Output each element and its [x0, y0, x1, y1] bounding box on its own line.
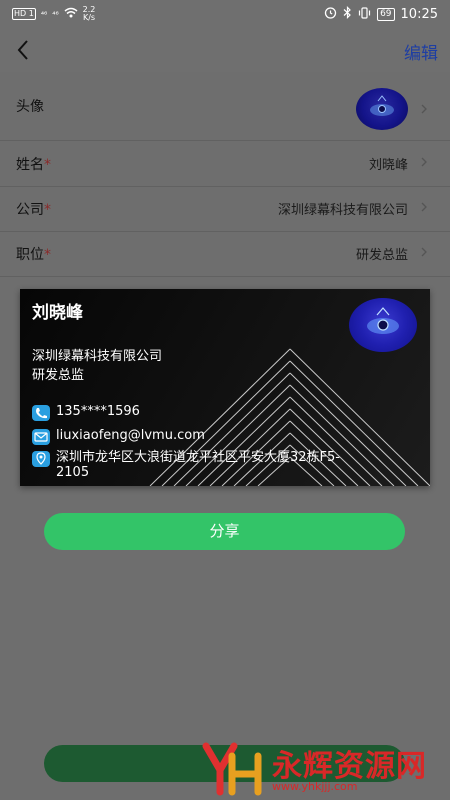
chevron-right-icon	[420, 101, 428, 117]
avatar-row[interactable]: 头像	[0, 78, 450, 140]
alarm-icon	[324, 6, 337, 22]
card-email-row: liuxiaofeng@lvmu.com	[32, 428, 205, 445]
watermark-text: 永辉资源网	[272, 749, 427, 784]
card-title: 研发总监	[32, 368, 85, 383]
clock: 10:25	[400, 6, 438, 22]
company-label-text: 公司	[16, 202, 44, 218]
section-divider	[0, 140, 450, 141]
card-phone: 135****1596	[56, 404, 140, 419]
card-logo	[349, 298, 417, 352]
watermark-url: www.yhkjjj.com	[272, 780, 358, 793]
status-right: 69 10:25	[324, 6, 438, 22]
net-speed-unit: K/s	[82, 13, 96, 22]
card-address-row: 深圳市龙华区大浪街道龙平社区平安大厦32栋F5-2105	[32, 450, 372, 480]
back-arrow-icon[interactable]	[12, 35, 36, 65]
net-speed: 2.2 K/s	[83, 6, 96, 22]
phone-icon	[32, 405, 50, 421]
bluetooth-icon	[343, 6, 352, 22]
card-phone-row: 135****1596	[32, 404, 140, 421]
vibrate-icon	[358, 6, 371, 22]
chevron-right-icon	[420, 244, 428, 260]
share-button[interactable]: 分享	[44, 513, 405, 550]
card-name: 刘晓峰	[32, 303, 83, 323]
title-value: 研发总监	[355, 248, 408, 263]
name-row[interactable]: 姓名* 刘晓峰	[0, 142, 450, 186]
business-card-preview: 刘晓峰 深圳绿幕科技有限公司 研发总监 135****1596 liuxiaof…	[20, 289, 430, 486]
card-email: liuxiaofeng@lvmu.com	[56, 428, 205, 443]
chevron-right-icon	[420, 199, 428, 215]
required-mark: *	[44, 157, 51, 173]
name-value: 刘晓峰	[368, 158, 408, 173]
battery-indicator: 69	[377, 7, 395, 21]
card-company: 深圳绿幕科技有限公司	[32, 349, 163, 364]
watermark-logo	[202, 740, 266, 796]
status-left: HD 1 ⁴⁶ ⁴⁶ 2.2 K/s	[12, 6, 95, 22]
status-bar: HD 1 ⁴⁶ ⁴⁶ 2.2 K/s 69 10:25	[0, 0, 450, 28]
required-mark: *	[44, 247, 51, 263]
signal-icon: ⁴⁶	[40, 9, 48, 19]
hd-badge: HD 1	[12, 8, 36, 20]
edit-button[interactable]: 编辑	[404, 39, 438, 64]
row-divider	[0, 276, 450, 277]
company-label: 公司*	[16, 199, 51, 219]
company-row[interactable]: 公司* 深圳绿幕科技有限公司	[0, 187, 450, 231]
name-label-text: 姓名	[16, 157, 44, 173]
chevron-right-icon	[420, 154, 428, 170]
card-address: 深圳市龙华区大浪街道龙平社区平安大厦32栋F5-2105	[56, 450, 340, 480]
title-label: 职位*	[16, 244, 51, 264]
title-row[interactable]: 职位* 研发总监	[0, 232, 450, 276]
location-icon	[32, 451, 50, 467]
avatar-label: 头像	[16, 99, 44, 115]
company-value: 深圳绿幕科技有限公司	[277, 203, 408, 218]
required-mark: *	[44, 202, 51, 218]
wifi-icon	[64, 7, 78, 21]
app-header: 编辑	[0, 28, 450, 72]
avatar	[356, 88, 408, 130]
signal-icon-2: ⁴⁶	[52, 9, 59, 19]
email-icon	[32, 429, 50, 445]
title-label-text: 职位	[16, 247, 44, 263]
watermark: 永辉资源网 www.yhkjjj.com	[200, 738, 445, 798]
name-label: 姓名*	[16, 154, 51, 174]
